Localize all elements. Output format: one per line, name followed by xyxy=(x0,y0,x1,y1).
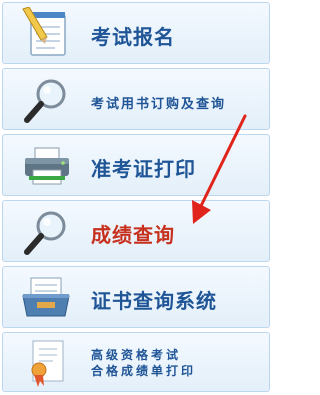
magnifier-icon xyxy=(17,206,77,258)
certificate-icon xyxy=(17,337,77,389)
menu-item-score-inquiry[interactable]: 成绩查询 xyxy=(2,200,270,262)
menu-item-label: 高级资格考试 合格成绩单打印 xyxy=(91,347,196,379)
menu-item-label: 考试报名 xyxy=(91,25,175,49)
menu-item-label: 考试用书订购及查询 xyxy=(91,97,227,112)
menu-item-label-line-2: 合格成绩单打印 xyxy=(91,364,197,378)
menu-item-certificate-inquiry[interactable]: 证书查询系统 xyxy=(2,266,270,328)
menu-item-label: 准考证打印 xyxy=(91,157,196,181)
menu-item-label-line-1: 高级资格考试 xyxy=(91,348,182,362)
menu-item-book-order[interactable]: 考试用书订购及查询 xyxy=(2,68,270,130)
printer-icon xyxy=(17,140,77,192)
menu-item-label: 成绩查询 xyxy=(91,223,175,247)
file-tray-icon xyxy=(17,272,77,324)
menu-item-label: 证书查询系统 xyxy=(91,289,217,313)
menu-item-exam-registration[interactable]: 考试报名 xyxy=(2,2,270,64)
menu-item-qualified-score-sheet-print[interactable]: 高级资格考试 合格成绩单打印 xyxy=(2,332,270,392)
magnifier-icon xyxy=(17,74,77,126)
menu-item-admission-ticket-print[interactable]: 准考证打印 xyxy=(2,134,270,196)
exam-service-menu: 考试报名 考试用书订购及查询 准考证打印 成绩查询 证书查询系统 高级资格考试 … xyxy=(0,0,275,394)
notepad-pencil-icon xyxy=(17,6,77,59)
